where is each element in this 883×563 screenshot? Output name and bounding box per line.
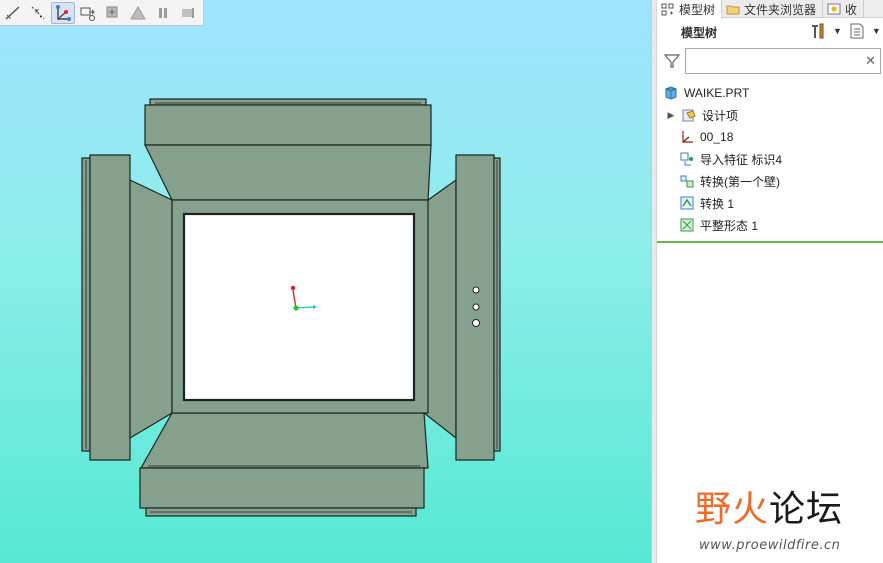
tree-filter-input[interactable] [690, 50, 860, 72]
flat-state-icon [680, 218, 694, 232]
tab-folder-browser[interactable]: 文件夹浏览器 [722, 0, 824, 18]
chevron-down-icon[interactable]: ▼ [833, 26, 842, 36]
tree-node-label: 00_18 [700, 130, 734, 144]
bottom-bend-panel [139, 412, 429, 469]
watermark-text-b: 论坛 [769, 489, 844, 530]
tree-node-csys[interactable]: 00_18 [663, 126, 883, 148]
right-bend-panel [423, 178, 457, 440]
show-options-icon[interactable] [848, 22, 866, 40]
tree-node-import-feature[interactable]: 导入特征 标识4 [663, 148, 883, 170]
expand-arrow-icon[interactable]: ▶ [665, 109, 677, 121]
filter-icon[interactable] [663, 52, 681, 70]
svg-text:•: • [39, 14, 43, 21]
skip-icon[interactable] [176, 2, 200, 24]
tree-filter-row: ✕ [663, 48, 883, 74]
model-tree: WAIKE.PRT ▶ 设计项 00_18 导入特征 标识4 转换(第一个壁) … [663, 82, 883, 236]
tree-node-label: 导入特征 标识4 [700, 152, 783, 167]
tree-filter-field[interactable]: ✕ [685, 48, 881, 74]
tree-node-label: WAIKE.PRT [684, 86, 750, 100]
hole [472, 286, 480, 294]
coordinate-system-icon [682, 131, 693, 143]
design-items-icon [682, 109, 696, 122]
model-tree-icon [661, 3, 674, 15]
navigator-panel: 模型树 文件夹浏览器 收 模型树 ▼ ▼ ✕ WAIKE.PRT ▶ 设计项 0… [657, 0, 883, 563]
watermark-url: www.proewildfire.cn [699, 538, 841, 553]
tree-node-waike-prt[interactable]: WAIKE.PRT [663, 82, 883, 104]
insert-here-indicator[interactable] [657, 241, 883, 243]
tab-model-tree[interactable]: 模型树 [657, 0, 723, 19]
warning-icon[interactable] [126, 2, 150, 24]
graphics-toolbar: x • [0, 0, 204, 26]
datum-csys-icon[interactable] [51, 1, 75, 24]
left-bend-panel [129, 179, 173, 440]
model-tree-title: 模型树 [681, 26, 718, 40]
top-flange [144, 104, 432, 146]
tree-node-label: 转换(第一个壁) [700, 174, 780, 189]
hole [472, 303, 480, 311]
tree-tools: ▼ ▼ [809, 22, 881, 40]
folder-browser-icon [726, 5, 740, 15]
sketch-line-icon[interactable] [1, 2, 25, 24]
spin-center-icon[interactable] [101, 2, 125, 24]
dimension-icon[interactable]: x • [26, 2, 50, 24]
top-bend-panel [144, 144, 432, 201]
datum-plane-icon[interactable] [76, 2, 100, 24]
tree-node-convert-first-wall[interactable]: 转换(第一个壁) [663, 170, 883, 192]
settings-tools-icon[interactable] [809, 22, 827, 40]
convert-first-wall-icon [680, 175, 694, 188]
watermark-logo: 野火论坛 www.proewildfire.cn [695, 480, 875, 560]
hole [472, 319, 480, 327]
favorites-icon [827, 3, 841, 15]
tree-node-design-items[interactable]: ▶ 设计项 [663, 104, 883, 126]
tab-label: 收 [845, 2, 858, 17]
convert-icon [680, 196, 694, 210]
import-feature-icon [680, 152, 693, 166]
pause-icon[interactable] [151, 2, 175, 24]
watermark-text-a: 野火 [695, 489, 770, 530]
part-icon [665, 86, 677, 100]
tree-node-flat-state-1[interactable]: 平整形态 1 [663, 214, 883, 236]
tree-node-label: 设计项 [702, 108, 739, 123]
sheet-metal-part-flat[interactable] [0, 0, 651, 563]
top-flange-lip [149, 98, 427, 106]
tree-node-label: 平整形态 1 [700, 218, 759, 233]
tab-label: 模型树 [679, 3, 716, 17]
tab-label: 文件夹浏览器 [744, 2, 817, 17]
graphics-window[interactable]: x • [0, 0, 651, 563]
tree-node-convert-1[interactable]: 转换 1 [663, 192, 883, 214]
left-flange [89, 154, 131, 461]
frame-opening [182, 212, 416, 402]
navigator-tabs: 模型树 文件夹浏览器 收 [657, 0, 883, 19]
tree-node-label: 转换 1 [700, 196, 735, 211]
tab-favorites[interactable]: 收 [823, 0, 865, 18]
chevron-down-icon[interactable]: ▼ [872, 26, 881, 36]
close-icon[interactable]: ✕ [865, 53, 876, 69]
bottom-flange [139, 467, 425, 509]
